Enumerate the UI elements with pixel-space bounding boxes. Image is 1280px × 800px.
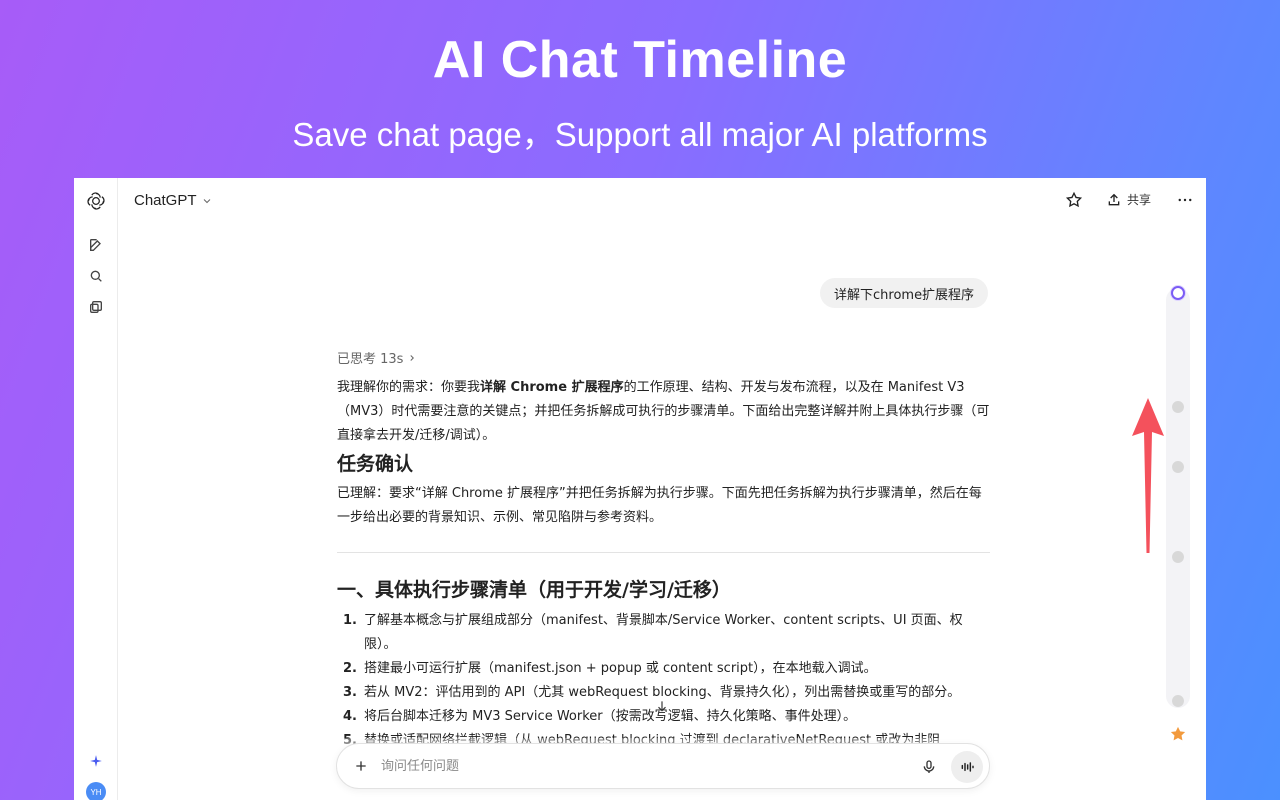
list-item: 1. 了解基本概念与扩展组成部分（manifest、背景脚本/Service Wo…: [343, 613, 963, 652]
hero-subtitle: Save chat page，Support all major AI plat…: [292, 116, 988, 153]
assistant-message: 我理解你的需求：你要我详解 Chrome 扩展程序的工作原理、结构、开发与发布流…: [337, 376, 990, 753]
plus-icon[interactable]: [351, 756, 371, 776]
mic-icon[interactable]: [919, 757, 939, 777]
message-input[interactable]: [381, 755, 901, 777]
share-icon: [1108, 193, 1120, 205]
section-confirm-text: 已理解：要求“详解 Chrome 扩展程序”并把任务拆解为执行步骤。下面先把任务…: [337, 486, 982, 525]
arrow-down-icon[interactable]: [654, 698, 670, 714]
thought-toggle[interactable]: 已思考 13s: [337, 348, 417, 367]
timeline-node[interactable]: [1172, 551, 1184, 563]
timeline-node[interactable]: [1171, 286, 1185, 300]
chatgpt-logo-icon[interactable]: [84, 189, 108, 213]
section-confirm-title: 任务确认: [337, 453, 414, 475]
star-icon[interactable]: [1065, 191, 1083, 209]
composer: [336, 743, 990, 789]
steps-list: 1. 了解基本概念与扩展组成部分（manifest、背景脚本/Service Wo…: [337, 609, 990, 753]
avatar[interactable]: YH: [86, 782, 106, 800]
voice-icon[interactable]: [951, 751, 983, 783]
user-message: 详解下chrome扩展程序: [820, 278, 989, 308]
more-icon[interactable]: [1176, 191, 1194, 209]
timeline-node[interactable]: [1172, 401, 1184, 413]
timeline-node[interactable]: [1172, 461, 1184, 473]
sidebar-rail: YH: [74, 178, 118, 800]
share-button[interactable]: 共享: [1106, 191, 1151, 208]
model-name: ChatGPT: [134, 192, 197, 209]
intro-paragraph: 我理解你的需求：你要我详解 Chrome 扩展程序的工作原理、结构、开发与发布流…: [337, 380, 990, 443]
section-steps-title: 一、具体执行步骤清单（用于开发/学习/迁移）: [337, 579, 731, 601]
search-icon[interactable]: [84, 264, 108, 288]
library-icon[interactable]: [84, 295, 108, 319]
model-selector[interactable]: ChatGPT: [134, 192, 213, 209]
timeline-star-icon[interactable]: [1169, 725, 1187, 743]
hero-title: AI Chat Timeline: [432, 31, 848, 89]
chat-timeline: [1166, 286, 1190, 708]
thought-label: 已思考 13s: [337, 352, 404, 367]
chat-window: YH ChatGPT 共享 详解下chrome扩展程序 已思考 13s 我理解你…: [74, 178, 1206, 800]
share-label: 共享: [1127, 193, 1152, 207]
arrow-annotation: [1132, 398, 1164, 553]
chevron-right-icon: [410, 354, 415, 361]
timeline-node[interactable]: [1172, 695, 1184, 707]
new-chat-icon[interactable]: [84, 233, 108, 257]
sparkle-icon[interactable]: [84, 749, 108, 773]
list-item: 2. 搭建最小可运行扩展（manifest.json + popup 或 cont…: [343, 661, 877, 676]
chevron-down-icon: [203, 198, 210, 203]
divider: [337, 552, 990, 553]
